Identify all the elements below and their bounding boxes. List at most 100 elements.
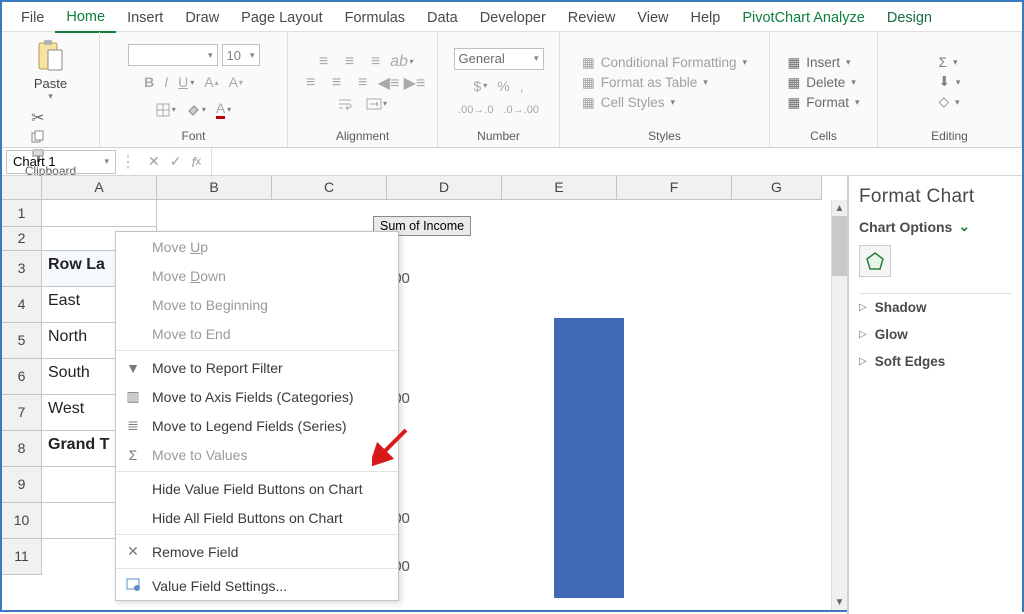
- underline-button[interactable]: U▾: [173, 72, 199, 92]
- ctx-hide-value-field-buttons[interactable]: Hide Value Field Buttons on Chart: [116, 474, 398, 503]
- col-header-d[interactable]: D: [387, 176, 502, 199]
- effects-tab-icon[interactable]: [859, 245, 891, 277]
- increase-indent-button[interactable]: ▶≡: [404, 74, 426, 92]
- align-right-button[interactable]: ≡: [352, 74, 374, 92]
- font-name-combo[interactable]: ▾: [128, 44, 218, 66]
- tab-view[interactable]: View: [626, 6, 679, 32]
- font-size-combo[interactable]: 10▾: [222, 44, 260, 66]
- ctx-hide-all-field-buttons[interactable]: Hide All Field Buttons on Chart: [116, 503, 398, 532]
- row-header-3[interactable]: 3: [2, 251, 42, 287]
- scroll-down-button[interactable]: ▼: [832, 594, 847, 610]
- decrease-indent-button[interactable]: ◀≡: [378, 74, 400, 92]
- row-header-10[interactable]: 10: [2, 503, 42, 539]
- col-header-a[interactable]: A: [42, 176, 157, 199]
- fill-color-button[interactable]: ▾: [181, 98, 211, 121]
- autosum-button[interactable]: Σ▾: [937, 54, 960, 71]
- col-header-c[interactable]: C: [272, 176, 387, 199]
- clear-button[interactable]: ◇▾: [937, 93, 962, 111]
- fill-button[interactable]: ⬇▾: [937, 73, 963, 91]
- tab-developer[interactable]: Developer: [469, 6, 557, 32]
- worksheet[interactable]: A B C D E F G 1 2 3 4 5 6 7 8 9 10 11 Ro…: [2, 176, 848, 614]
- name-box[interactable]: Chart 1▾: [6, 150, 116, 174]
- italic-button[interactable]: I: [159, 72, 173, 92]
- tab-review[interactable]: Review: [557, 6, 627, 32]
- formula-input[interactable]: [211, 148, 1022, 175]
- ctx-move-down: Move Down: [116, 261, 398, 290]
- vertical-scrollbar[interactable]: ▲ ▼: [831, 200, 847, 610]
- increase-decimal-button[interactable]: .00→.0: [453, 102, 498, 118]
- bold-button[interactable]: B: [139, 72, 159, 92]
- merge-button[interactable]: ▾: [362, 95, 391, 113]
- row-header-5[interactable]: 5: [2, 323, 42, 359]
- scroll-thumb[interactable]: [832, 216, 847, 276]
- percent-button[interactable]: %: [492, 76, 514, 96]
- chart-options-dropdown[interactable]: Chart Options⌄: [859, 218, 1012, 235]
- tab-help[interactable]: Help: [680, 6, 732, 32]
- glow-section[interactable]: ▷Glow: [859, 321, 1012, 348]
- cancel-formula-icon[interactable]: ✕: [148, 153, 160, 170]
- orientation-button[interactable]: ab▾: [391, 53, 413, 71]
- col-header-e[interactable]: E: [502, 176, 617, 199]
- row-header-1[interactable]: 1: [2, 200, 42, 227]
- row-header-9[interactable]: 9: [2, 467, 42, 503]
- paste-button[interactable]: Paste ▾: [30, 36, 71, 104]
- tab-home[interactable]: Home: [55, 5, 116, 33]
- ctx-remove-field[interactable]: ✕Remove Field: [116, 537, 398, 566]
- scroll-up-button[interactable]: ▲: [832, 200, 847, 216]
- cell-a1[interactable]: [42, 200, 157, 227]
- format-as-table-button[interactable]: ▦Format as Table▾: [580, 74, 710, 92]
- tab-file[interactable]: File: [10, 6, 55, 32]
- number-format-combo[interactable]: General▾: [454, 48, 544, 70]
- ctx-move-legend-fields[interactable]: ≣Move to Legend Fields (Series): [116, 411, 398, 440]
- tab-formulas[interactable]: Formulas: [334, 6, 416, 32]
- currency-button[interactable]: $▾: [468, 76, 492, 96]
- delete-label: Delete: [806, 75, 845, 90]
- align-center-button[interactable]: ≡: [326, 74, 348, 92]
- enter-formula-icon[interactable]: ✓: [170, 153, 182, 170]
- align-left-button[interactable]: ≡: [300, 74, 322, 92]
- tab-insert[interactable]: Insert: [116, 6, 174, 32]
- insert-icon: ▦: [787, 55, 800, 71]
- align-bottom-button[interactable]: ≡: [365, 53, 387, 71]
- cut-icon[interactable]: ✂: [30, 110, 46, 126]
- format-cells-button[interactable]: ▦Format▾: [785, 94, 861, 112]
- row-header-7[interactable]: 7: [2, 395, 42, 431]
- ribbon-tabs: File Home Insert Draw Page Layout Formul…: [2, 2, 1022, 32]
- shadow-section[interactable]: ▷Shadow: [859, 294, 1012, 321]
- increase-font-button[interactable]: A▴: [199, 72, 223, 92]
- select-all-corner[interactable]: [2, 176, 42, 199]
- tab-draw[interactable]: Draw: [174, 6, 230, 32]
- tab-data[interactable]: Data: [416, 6, 469, 32]
- col-header-f[interactable]: F: [617, 176, 732, 199]
- font-color-button[interactable]: A▾: [211, 98, 236, 121]
- row-header-8[interactable]: 8: [2, 431, 42, 467]
- comma-button[interactable]: ,: [515, 76, 529, 96]
- row-header-6[interactable]: 6: [2, 359, 42, 395]
- delete-cells-button[interactable]: ▦Delete▾: [785, 74, 857, 92]
- col-header-g[interactable]: G: [732, 176, 822, 199]
- row-header-11[interactable]: 11: [2, 539, 42, 575]
- ctx-move-axis-fields[interactable]: ▥Move to Axis Fields (Categories): [116, 382, 398, 411]
- pivot-chart[interactable]: 00,000 00,000 00,000 00,000: [364, 238, 804, 588]
- align-top-button[interactable]: ≡: [313, 53, 335, 71]
- wrap-text-button[interactable]: [334, 95, 358, 113]
- col-header-b[interactable]: B: [157, 176, 272, 199]
- copy-icon[interactable]: [30, 129, 46, 145]
- number-format-value: General: [459, 51, 505, 66]
- conditional-formatting-button[interactable]: ▦Conditional Formatting▾: [580, 54, 749, 72]
- tab-pivotchart-analyze[interactable]: PivotChart Analyze: [731, 6, 876, 32]
- soft-edges-section[interactable]: ▷Soft Edges: [859, 348, 1012, 375]
- ctx-move-report-filter[interactable]: ▼Move to Report Filter: [116, 353, 398, 382]
- decrease-decimal-button[interactable]: .0→.00: [499, 102, 544, 118]
- insert-cells-button[interactable]: ▦Insert▾: [785, 54, 852, 72]
- ctx-value-field-settings[interactable]: Value Field Settings...: [116, 571, 398, 600]
- decrease-font-button[interactable]: A▾: [224, 72, 248, 92]
- tab-pagelayout[interactable]: Page Layout: [230, 6, 333, 32]
- fx-icon[interactable]: fx: [191, 154, 201, 170]
- tab-design[interactable]: Design: [876, 6, 943, 32]
- borders-button[interactable]: ▾: [151, 98, 181, 121]
- row-header-4[interactable]: 4: [2, 287, 42, 323]
- cell-styles-button[interactable]: ▦Cell Styles▾: [580, 94, 677, 112]
- row-header-2[interactable]: 2: [2, 227, 42, 251]
- align-middle-button[interactable]: ≡: [339, 53, 361, 71]
